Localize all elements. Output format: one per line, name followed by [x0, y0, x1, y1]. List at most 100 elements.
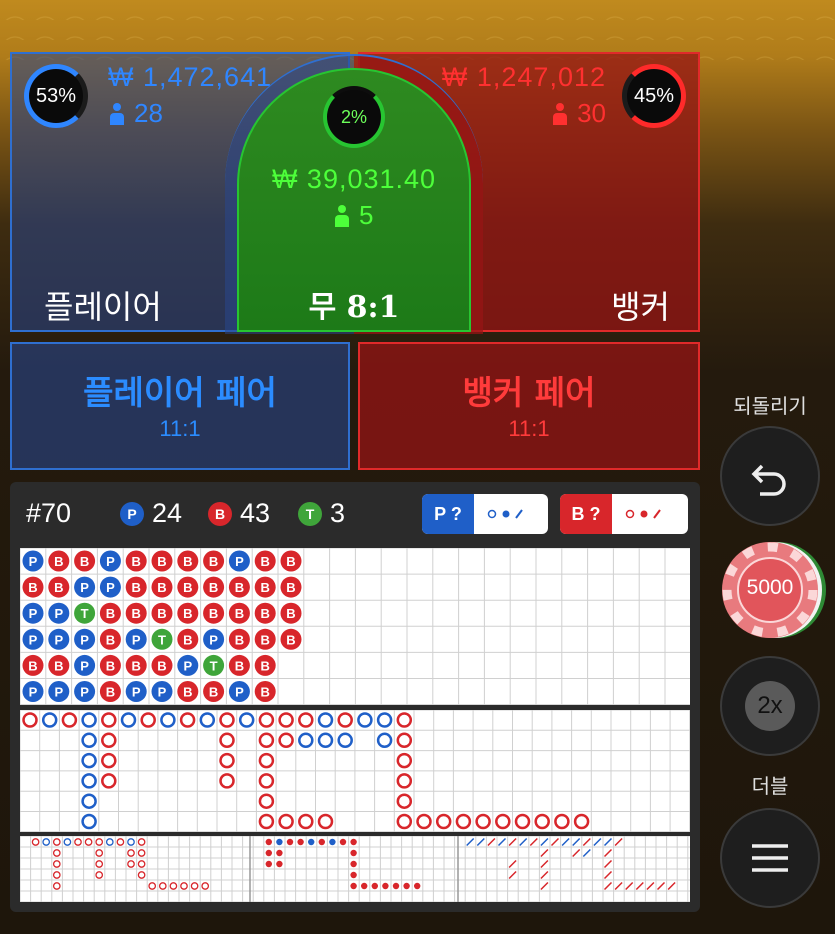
small-eye-mark — [276, 860, 283, 868]
cockroach-road-mark — [550, 837, 560, 847]
svg-text:B: B — [209, 554, 218, 569]
big-road-B — [258, 773, 275, 789]
big-road-P — [160, 712, 176, 728]
player-pair-bet-area[interactable]: 플레이어 페어 11:1 — [10, 342, 350, 470]
cockroach-road-mark — [614, 837, 623, 847]
undo-button[interactable] — [720, 426, 820, 526]
table-felt-pattern — [0, 0, 835, 60]
ask-banker-button[interactable]: B ? — [560, 494, 688, 534]
svg-text:B: B — [261, 580, 270, 595]
svg-text:B: B — [286, 606, 295, 621]
player-bettors: 28 — [110, 98, 163, 129]
big-road-B — [317, 813, 334, 830]
small-road-mark — [127, 838, 135, 846]
small-road-mark — [105, 838, 114, 846]
cockroach-road-mark — [603, 848, 613, 858]
svg-text:B: B — [261, 632, 270, 647]
person-icon — [335, 204, 349, 227]
small-road-mark — [127, 860, 135, 868]
big-road-P — [81, 752, 97, 769]
small-road-mark — [52, 871, 61, 879]
small-eye-mark — [392, 882, 400, 890]
svg-text:T: T — [210, 658, 218, 673]
bead-B: B — [125, 550, 147, 572]
big-road-B — [258, 752, 275, 769]
small-road-mark — [95, 871, 104, 879]
svg-text:B: B — [54, 554, 63, 569]
small-road-mark — [148, 882, 157, 890]
bead-P: P — [48, 681, 70, 702]
player-percent: 53% — [35, 84, 77, 107]
undo-label: 되돌리기 — [733, 394, 807, 418]
cockroach-road-mark — [582, 848, 591, 858]
small-eye-mark — [265, 860, 272, 868]
cockroach-road-mark — [625, 881, 634, 891]
cockroach-road-mark — [519, 837, 528, 847]
big-road-B — [298, 813, 314, 830]
bead-P: P — [74, 681, 96, 702]
svg-text:P: P — [29, 606, 38, 621]
small-road-mark — [190, 882, 199, 890]
player-wins: P 24 — [120, 498, 182, 529]
svg-text:T: T — [158, 632, 166, 647]
menu-icon — [752, 844, 788, 872]
big-road-B — [258, 813, 275, 830]
cockroach-road-mark — [582, 837, 591, 847]
double-button[interactable]: 2x — [720, 656, 820, 756]
menu-button[interactable] — [720, 808, 820, 908]
small-road-mark — [95, 849, 104, 857]
banker-pair-label: 뱅커 페어 — [462, 373, 596, 412]
bead-B: B — [99, 681, 121, 702]
svg-text:P: P — [29, 632, 38, 647]
svg-text:P: P — [54, 685, 63, 700]
banker-badge-icon: B — [208, 501, 232, 526]
cockroach-road-mark — [603, 859, 613, 869]
cockroach-road-mark — [603, 881, 613, 891]
big-road-B — [101, 712, 117, 728]
svg-text:B: B — [132, 606, 141, 621]
tie-bet-area[interactable]: 2% ₩ 39,031.40 5 무 8:1 — [237, 68, 471, 332]
small-road-mark — [137, 849, 146, 857]
svg-text:B: B — [157, 658, 166, 673]
chip-selector[interactable]: 5000 — [720, 540, 826, 640]
bead-P: P — [22, 602, 44, 624]
small-road-mark — [180, 882, 188, 890]
bead-B: B — [280, 602, 302, 624]
svg-text:B: B — [54, 580, 63, 595]
bead-B: B — [228, 602, 250, 624]
cockroach-road-mark — [476, 837, 485, 847]
bead-B: B — [203, 681, 225, 702]
big-road-B — [179, 712, 196, 728]
bead-B: B — [254, 654, 276, 676]
bead-P: P — [203, 628, 225, 650]
cockroach-road-mark — [540, 837, 549, 847]
cockroach-road-mark — [656, 881, 666, 891]
big-road-P — [376, 712, 393, 728]
ask-player-button[interactable]: P ? — [422, 494, 548, 534]
cockroach-road-mark — [540, 870, 549, 880]
small-road-mark — [52, 838, 61, 846]
bead-B: B — [228, 628, 250, 650]
tie-percent: 2% — [340, 106, 367, 127]
big-road-B — [396, 773, 413, 789]
player-amount: ₩ 1,472,641 — [108, 62, 273, 92]
svg-text:B: B — [286, 554, 295, 569]
small-road-mark — [95, 860, 104, 868]
svg-text:B: B — [261, 658, 270, 673]
big-road-B — [337, 712, 353, 728]
big-road-B — [258, 712, 275, 728]
double-label: 더블 — [751, 774, 789, 798]
small-eye-mark — [339, 838, 347, 846]
banker-pair-bet-area[interactable]: 뱅커 페어 11:1 — [358, 342, 700, 470]
small-eye-mark — [403, 882, 410, 890]
big-road-P — [41, 712, 58, 728]
big-road-B — [396, 712, 413, 728]
small-eye-mark — [329, 838, 336, 846]
svg-text:B: B — [209, 685, 218, 700]
banker-label: 뱅커 — [611, 288, 670, 326]
bead-B: B — [203, 576, 225, 598]
bead-P: P — [74, 576, 96, 598]
big-road-P — [199, 712, 216, 728]
tie-bettors: 5 — [335, 200, 373, 231]
big-road-B — [278, 732, 294, 749]
